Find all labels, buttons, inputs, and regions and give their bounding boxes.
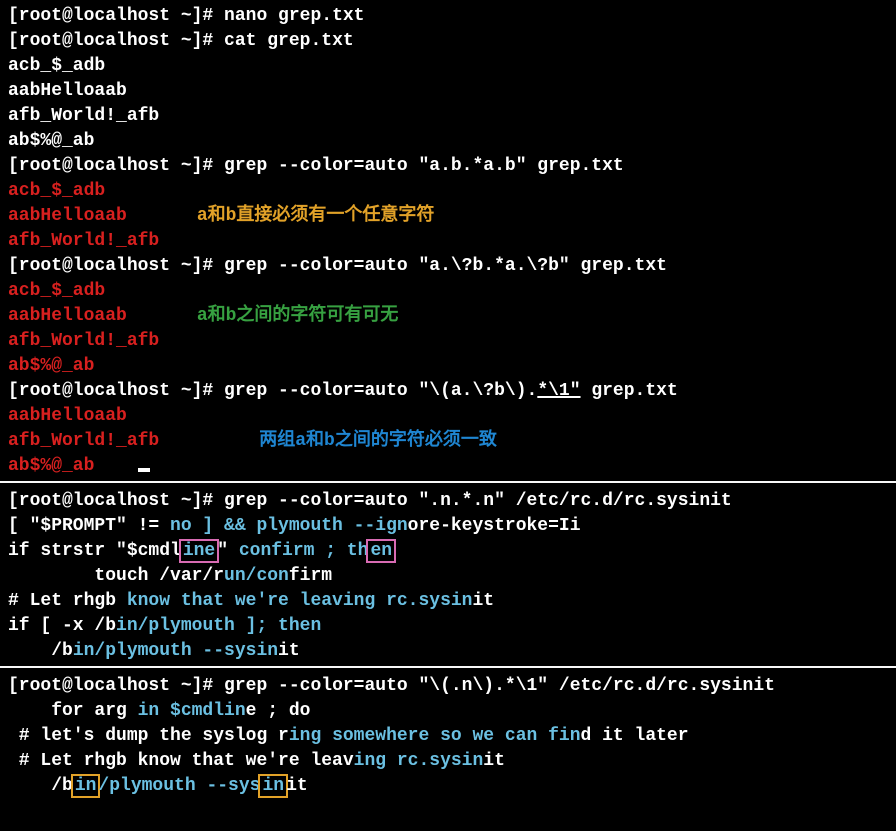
command-text: grep.txt [581, 381, 678, 401]
highlighted-text: know that we're leaving rc.sysin [127, 591, 473, 611]
plain-text: touch /var/r [8, 566, 224, 586]
plain-text: it [278, 641, 300, 661]
match-line: afb_World!_afb [8, 229, 888, 254]
cursor-icon [138, 468, 150, 472]
plain-text: # let's dump the syslog r [8, 726, 289, 746]
match-line: ab$%@_ab [8, 456, 94, 476]
shell-prompt: [root@localhost ~]# [8, 156, 224, 176]
boxed-match: en [366, 539, 396, 563]
command-text: grep --color=auto "a.\?b.*a.\?b" grep.tx… [224, 256, 667, 276]
shell-prompt: [root@localhost ~]# [8, 676, 224, 696]
highlighted-text: in/plymouth ]; then [116, 616, 321, 636]
command-text: grep --color=auto "\(.n\).*\1" /etc/rc.d… [224, 676, 775, 696]
match-line: acb_$_adb [8, 279, 888, 304]
highlighted-text: no ] && plymouth --ign [170, 516, 408, 536]
annotation-text: 两组a和b之间的字符必须一致 [159, 431, 497, 451]
highlighted-text: ine [183, 541, 215, 561]
plain-text: d it later [581, 726, 689, 746]
highlighted-text: in [75, 776, 97, 796]
match-line: aabHelloaab [8, 404, 888, 429]
match-line: afb_World!_afb [8, 329, 888, 354]
match-line: acb_$_adb [8, 179, 888, 204]
plain-text: # Let rhgb know that we're leav [8, 751, 354, 771]
boxed-match: ine [179, 539, 219, 563]
separator [0, 481, 896, 483]
match-line: aabHelloaab [8, 206, 127, 226]
output-line: ab$%@_ab [8, 129, 888, 154]
plain-text: /b [8, 641, 73, 661]
command-text: grep --color=auto "\(a.\?b\). [224, 381, 537, 401]
boxed-match: in [71, 774, 101, 798]
annotation-text: a和b之间的字符可有可无 [127, 306, 399, 326]
highlighted-text: in [262, 776, 284, 796]
plain-text: it [483, 751, 505, 771]
separator [0, 666, 896, 668]
shell-prompt: [root@localhost ~]# [8, 256, 224, 276]
output-line: acb_$_adb [8, 54, 888, 79]
highlighted-text: un/con [224, 566, 289, 586]
shell-prompt: [root@localhost ~]# [8, 381, 224, 401]
plain-text: " [217, 541, 239, 561]
command-text: nano grep.txt [224, 6, 364, 26]
plain-text: firm [289, 566, 332, 586]
terminal-output-3: [root@localhost ~]# grep --color=auto "\… [0, 670, 896, 799]
plain-text: [ "$PROMPT" != [8, 516, 170, 536]
annotation-text: a和b直接必须有一个任意字符 [127, 206, 435, 226]
highlighted-text: ing rc.sysin [354, 751, 484, 771]
command-text: grep --color=auto ".n.*.n" /etc/rc.d/rc.… [224, 491, 732, 511]
plain-text: e ; do [246, 701, 311, 721]
shell-prompt: [root@localhost ~]# [8, 491, 224, 511]
command-text: cat grep.txt [224, 31, 354, 51]
terminal-output-2: [root@localhost ~]# grep --color=auto ".… [0, 485, 896, 664]
command-underlined: *\1" [537, 381, 580, 401]
plain-text: it [472, 591, 494, 611]
highlighted-text: in/plymouth --sysin [73, 641, 278, 661]
plain-text: # Let rhgb [8, 591, 127, 611]
output-line: aabHelloaab [8, 79, 888, 104]
shell-prompt: [root@localhost ~]# [8, 31, 224, 51]
plain-text: for arg [8, 701, 138, 721]
highlighted-text: /plymouth --sys [98, 776, 260, 796]
plain-text: ore-keystroke=Ii [408, 516, 581, 536]
plain-text: if [ -x /b [8, 616, 116, 636]
highlighted-text: en [370, 541, 392, 561]
highlighted-text: ing somewhere so we can fin [289, 726, 581, 746]
boxed-match: in [258, 774, 288, 798]
match-line: afb_World!_afb [8, 431, 159, 451]
output-line: afb_World!_afb [8, 104, 888, 129]
match-line: ab$%@_ab [8, 354, 888, 379]
plain-text: it [286, 776, 308, 796]
highlighted-text: confirm ; th [239, 541, 369, 561]
highlighted-text: in $cmdlin [138, 701, 246, 721]
terminal-output: [root@localhost ~]# nano grep.txt [root@… [0, 0, 896, 479]
shell-prompt: [root@localhost ~]# [8, 6, 224, 26]
command-text: grep --color=auto "a.b.*a.b" grep.txt [224, 156, 624, 176]
plain-text: /b [8, 776, 73, 796]
plain-text: if strstr "$cmdl [8, 541, 181, 561]
match-line: aabHelloaab [8, 306, 127, 326]
